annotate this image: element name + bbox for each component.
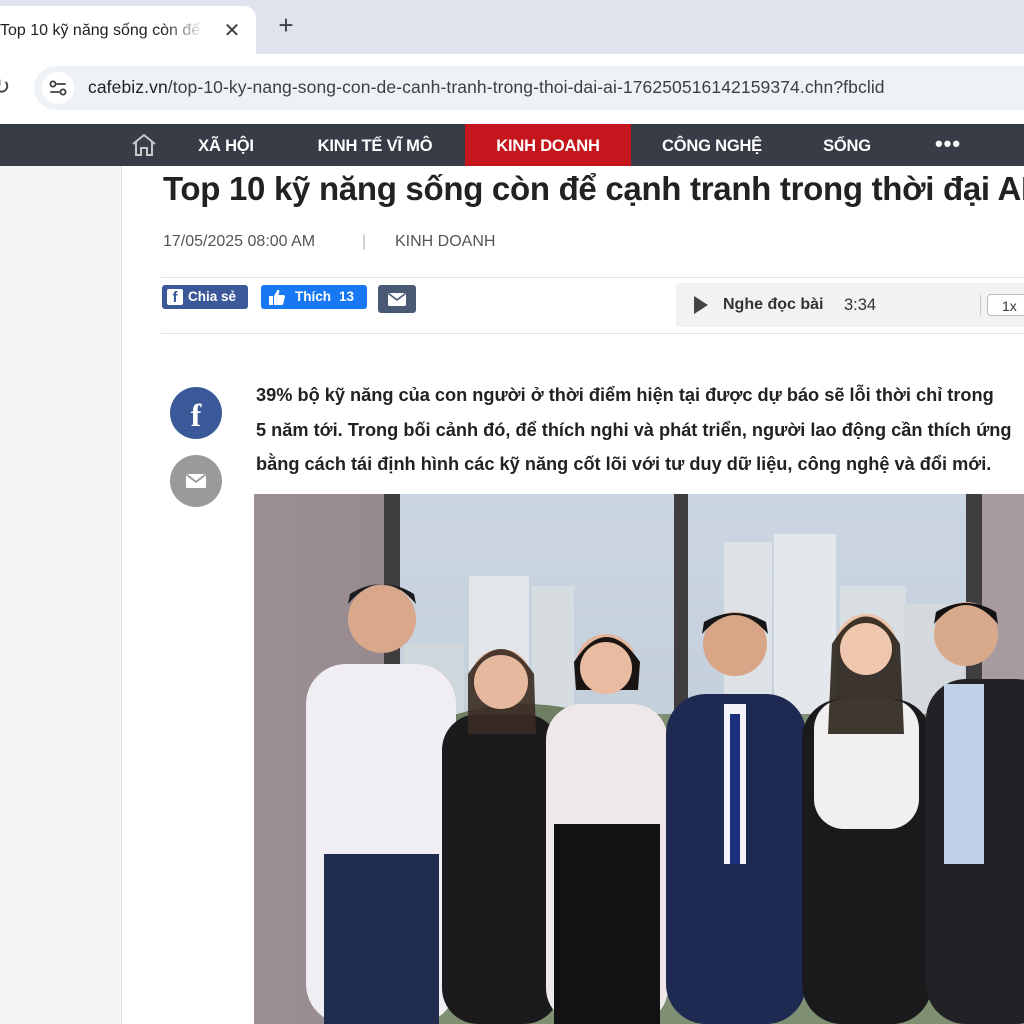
playback-speed-button[interactable]: 1x: [987, 294, 1024, 316]
play-icon[interactable]: [694, 296, 708, 314]
reload-icon[interactable]: ↻: [0, 74, 12, 100]
share-label: Chia sẻ: [188, 289, 237, 304]
like-count: 13: [339, 289, 355, 304]
left-gutter: [0, 166, 122, 1024]
mail-icon: [388, 292, 406, 306]
nav-item-cong-nghe[interactable]: CÔNG NGHỆ: [646, 124, 778, 166]
new-tab-button[interactable]: +: [272, 12, 300, 40]
article-sapo: 39% bộ kỹ năng của con người ở thời điểm…: [256, 378, 1024, 482]
site-nav: XÃ HỘI KINH TẾ VĨ MÔ KINH DOANH CÔNG NGH…: [0, 124, 1024, 166]
email-share-button[interactable]: [378, 285, 416, 313]
browser-tabstrip: Top 10 kỹ năng sống còn để cạnh tranh ✕ …: [0, 0, 1024, 54]
article-headline: Top 10 kỹ năng sống còn để cạnh tranh tr…: [163, 170, 1024, 207]
tab-title: Top 10 kỹ năng sống còn để cạnh tranh: [0, 22, 205, 39]
sapo-line: bằng cách tái định hình các kỹ năng cốt …: [256, 454, 992, 474]
audio-divider: [980, 295, 981, 315]
audio-player[interactable]: Nghe đọc bài 3:34 1x: [676, 283, 1024, 327]
browser-tab-active[interactable]: Top 10 kỹ năng sống còn để cạnh tranh ✕: [0, 6, 256, 54]
sapo-line: 5 năm tới. Trong bối cảnh đó, để thích n…: [256, 419, 1012, 440]
nav-item-xa-hoi[interactable]: XÃ HỘI: [186, 124, 266, 166]
mail-icon[interactable]: [170, 455, 222, 507]
article-datetime: 17/05/2025 08:00 AM: [163, 233, 316, 250]
audio-duration: 3:34: [844, 296, 877, 314]
meta-separator: |: [362, 233, 367, 250]
facebook-like-button[interactable]: Thích 13: [261, 285, 367, 309]
url-text[interactable]: cafebiz.vn/top-10-ky-nang-song-con-de-ca…: [88, 77, 885, 98]
nav-item-song[interactable]: SỐNG: [808, 124, 886, 166]
more-icon[interactable]: •••: [928, 124, 968, 166]
audio-label: Nghe đọc bài: [723, 296, 824, 313]
home-icon[interactable]: [130, 132, 158, 158]
divider-bottom: [161, 333, 1024, 334]
close-icon[interactable]: ✕: [220, 19, 244, 43]
facebook-icon: f: [167, 289, 183, 306]
divider-top: [161, 277, 1024, 278]
nav-item-kinh-te-vi-mo[interactable]: KINH TẾ VĨ MÔ: [300, 124, 450, 166]
facebook-icon[interactable]: f: [170, 387, 222, 439]
article-meta: 17/05/2025 08:00 AM | KINH DOANH: [163, 233, 495, 251]
url-path: /top-10-ky-nang-song-con-de-canh-tranh-t…: [167, 77, 885, 97]
thumbs-up-icon: [269, 289, 285, 305]
address-bar[interactable]: cafebiz.vn/top-10-ky-nang-song-con-de-ca…: [34, 66, 1024, 110]
facebook-share-button[interactable]: f Chia sẻ: [162, 285, 248, 309]
browser-toolbar: ↻ cafebiz.vn/top-10-ky-nang-song-con-de-…: [0, 54, 1024, 124]
site-info-icon[interactable]: [42, 72, 74, 104]
like-label: Thích: [295, 289, 331, 304]
sapo-line: 39% bộ kỹ năng của con người ở thời điểm…: [256, 385, 994, 405]
url-domain: cafebiz.vn: [88, 77, 168, 97]
nav-item-kinh-doanh[interactable]: KINH DOANH: [465, 124, 631, 166]
article-category[interactable]: KINH DOANH: [395, 233, 495, 251]
article-photo[interactable]: [254, 494, 1024, 1024]
